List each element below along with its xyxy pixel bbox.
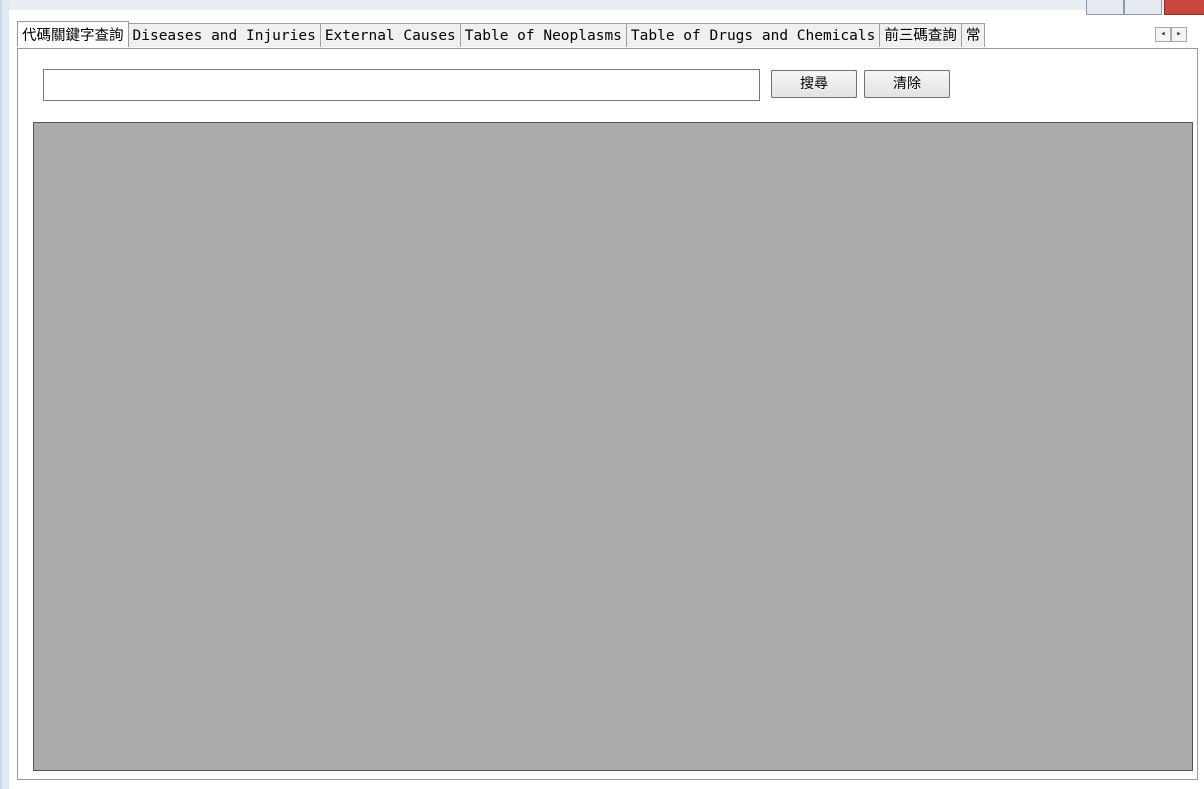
- maximize-button[interactable]: [1124, 0, 1162, 15]
- tab-code-keyword-search[interactable]: 代碼關鍵字查詢: [17, 21, 129, 47]
- search-button[interactable]: 搜尋: [771, 70, 857, 98]
- close-button[interactable]: [1164, 0, 1204, 15]
- tab-scroll-buttons: ◂ ▸: [1155, 27, 1187, 42]
- search-input[interactable]: [43, 69, 760, 101]
- scroll-left-icon[interactable]: ◂: [1155, 27, 1171, 42]
- tab-external-causes[interactable]: External Causes: [319, 23, 461, 47]
- tab-common[interactable]: 常: [960, 23, 986, 47]
- minimize-button[interactable]: [1086, 0, 1124, 15]
- clear-button[interactable]: 清除: [864, 70, 950, 98]
- tab-table-of-neoplasms[interactable]: Table of Neoplasms: [459, 23, 627, 47]
- tab-first-three-code-search[interactable]: 前三碼查詢: [879, 23, 962, 47]
- tab-table-of-drugs-and-chemicals[interactable]: Table of Drugs and Chemicals: [625, 23, 881, 47]
- tab-strip: 代碼關鍵字查詢 Diseases and Injuries External C…: [17, 21, 986, 48]
- scroll-right-icon[interactable]: ▸: [1171, 27, 1187, 42]
- window-top-strip: [9, 0, 1204, 10]
- tab-diseases-and-injuries[interactable]: Diseases and Injuries: [127, 23, 321, 47]
- results-grid[interactable]: [33, 122, 1193, 771]
- window-frame-left-inner: [2, 0, 9, 789]
